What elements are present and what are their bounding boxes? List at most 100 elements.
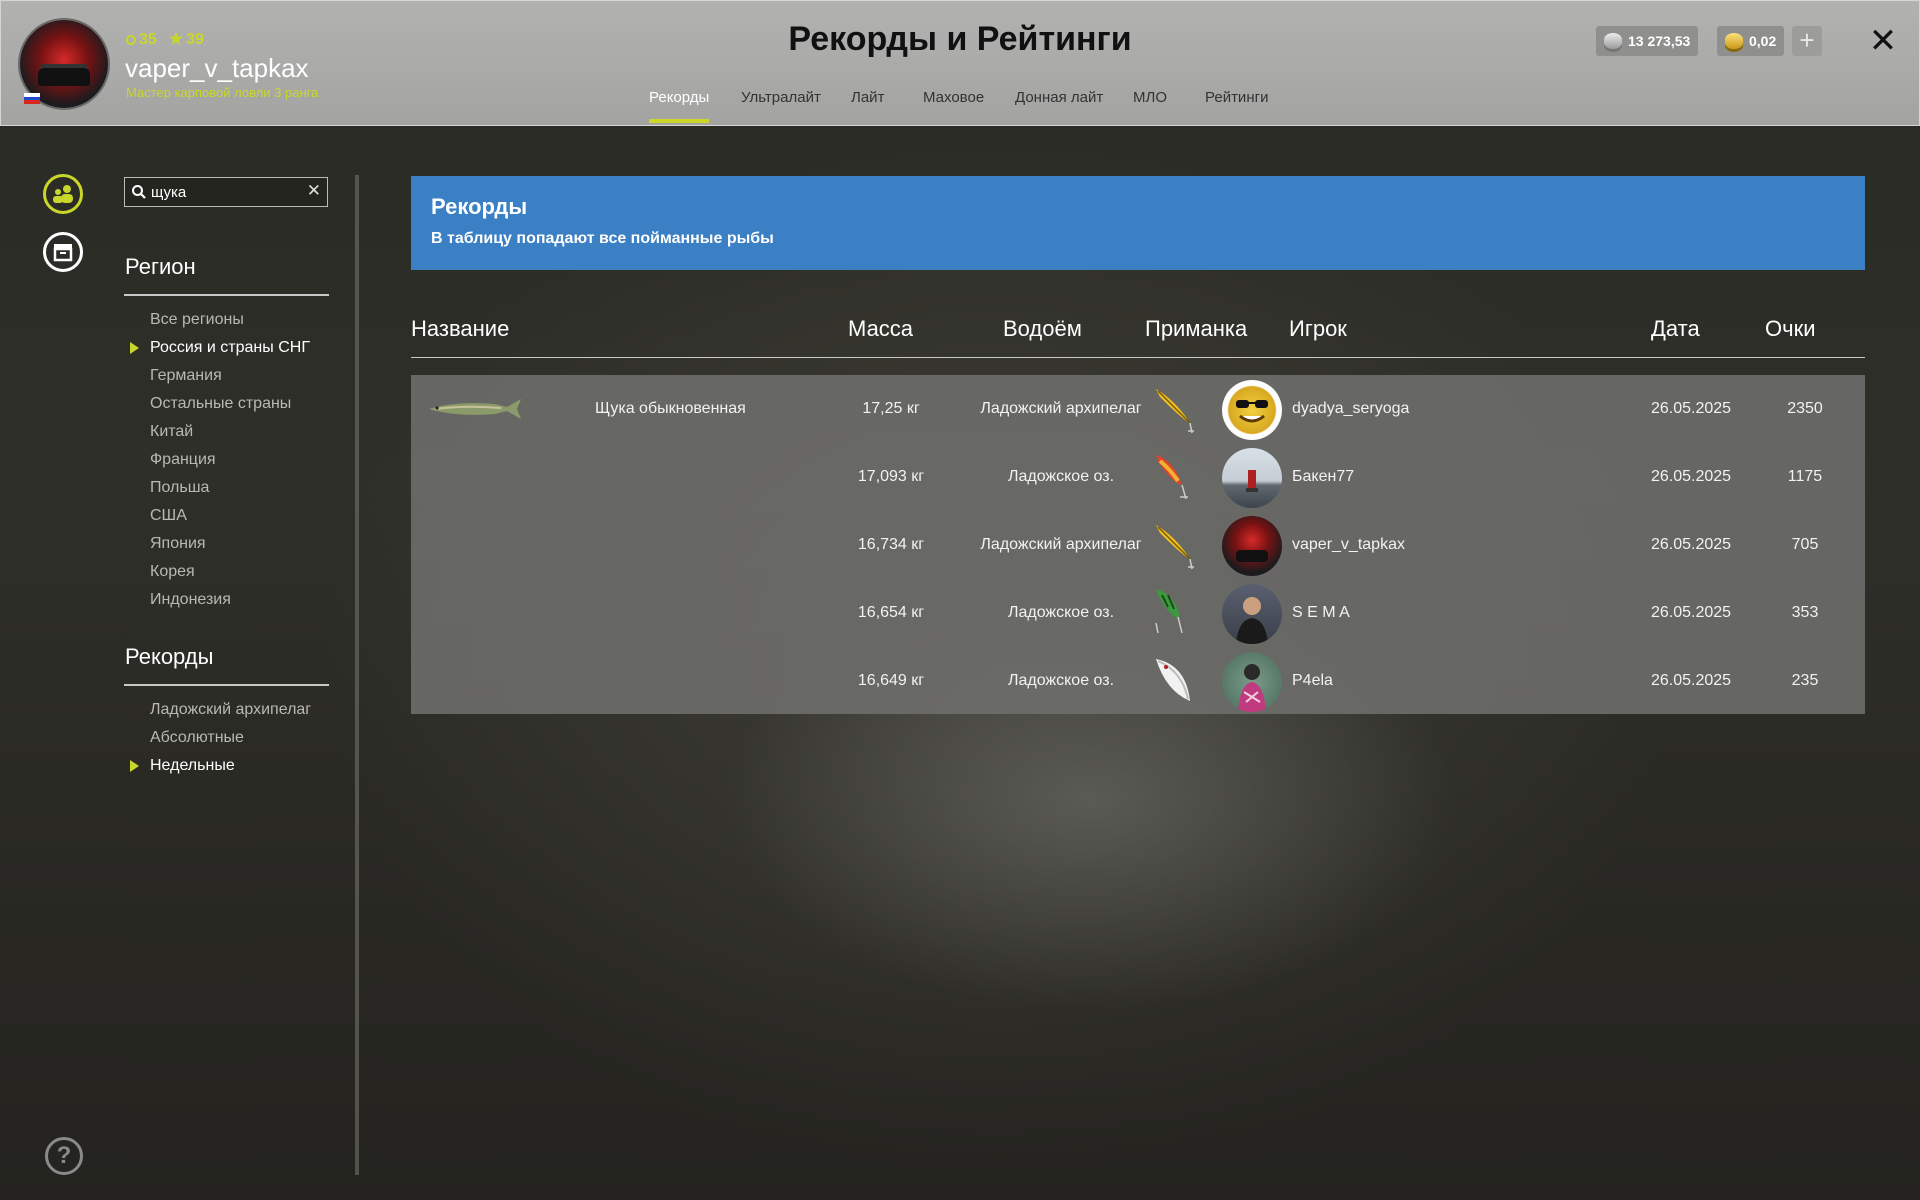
- mass-cell: 16,654 кг: [857, 604, 925, 621]
- yellow-minnow-lure-icon: [1156, 389, 1194, 434]
- date-cell: 26.05.2025: [1650, 400, 1732, 417]
- star-icon: ★: [168, 31, 184, 48]
- table-row[interactable]: 16,654 кг Ладожское оз. S E M A 26.05.20…: [411, 579, 1865, 647]
- records-item-weekly[interactable]: Недельные: [130, 757, 235, 775]
- mass-cell: 16,734 кг: [857, 536, 925, 553]
- table-row[interactable]: 17,25 кг Ладожский архипелаг dyadya_sery…: [411, 375, 1865, 443]
- points-cell: 1175: [1787, 468, 1823, 485]
- search-icon: [132, 185, 146, 199]
- date-cell: 26.05.2025: [1650, 536, 1732, 553]
- date-cell: 26.05.2025: [1650, 672, 1732, 689]
- records-item-absolute[interactable]: Абсолютные: [150, 729, 244, 747]
- region-item-indonesia[interactable]: Индонезия: [150, 591, 231, 609]
- column-header-mass[interactable]: Масса: [848, 316, 913, 342]
- stars-value: 39: [186, 31, 204, 48]
- region-divider: [124, 294, 329, 296]
- help-icon[interactable]: ?: [45, 1137, 83, 1175]
- white-spoon-lure-icon: [1156, 659, 1190, 701]
- region-item-poland[interactable]: Польша: [150, 479, 209, 497]
- records-section-title: Рекорды: [125, 644, 214, 669]
- points-cell: 705: [1791, 536, 1819, 553]
- mass-cell: 17,093 кг: [857, 468, 925, 485]
- gold-balance: 0,02: [1717, 26, 1785, 56]
- player-name[interactable]: vaper_v_tapkax: [1292, 511, 1405, 579]
- player-name[interactable]: Бакен77: [1292, 443, 1354, 511]
- banner-subtitle: В таблицу попадают все пойманные рыбы: [431, 230, 774, 247]
- silver-balance: 13 273,53: [1596, 26, 1699, 56]
- player-name[interactable]: P4ela: [1292, 647, 1333, 715]
- player-name[interactable]: dyadya_seryoga: [1292, 375, 1409, 443]
- column-header-player[interactable]: Игрок: [1289, 316, 1347, 342]
- red-orange-wobbler-lure-icon: [1156, 455, 1188, 500]
- avatar-car-image: [38, 68, 90, 86]
- mass-cell: 16,649 кг: [857, 672, 925, 689]
- banner-title: Рекорды: [431, 194, 528, 219]
- clear-search-icon[interactable]: ✕: [307, 181, 321, 201]
- player-avatar[interactable]: [1222, 584, 1282, 644]
- yellow-minnow-lure-icon: [1156, 525, 1194, 570]
- water-cell: Ладожское оз.: [1007, 604, 1115, 621]
- player-avatar[interactable]: [1222, 652, 1282, 712]
- region-item-japan[interactable]: Япония: [150, 535, 206, 553]
- table-header: Название Масса Водоём Приманка Игрок Дат…: [411, 312, 1865, 358]
- top-bar: 35 ★ 39 vaper_v_tapkax Мастер карповой лов…: [0, 0, 1920, 126]
- region-item-all[interactable]: Все регионы: [150, 311, 244, 329]
- records-divider: [124, 684, 329, 686]
- records-item-ladoga-archipelago[interactable]: Ладожский архипелаг: [150, 701, 311, 719]
- column-header-name[interactable]: Название: [411, 316, 509, 342]
- level-value: 35: [139, 31, 157, 48]
- water-cell: Ладожский архипелаг: [980, 400, 1142, 417]
- tab-light[interactable]: Лайт: [851, 89, 884, 106]
- friends-icon[interactable]: [43, 174, 83, 214]
- region-item-germany[interactable]: Германия: [150, 367, 222, 385]
- player-avatar[interactable]: [1222, 448, 1282, 508]
- info-banner: Рекорды В таблицу попадают все пойманные…: [411, 176, 1865, 270]
- search-input[interactable]: [151, 181, 301, 203]
- russia-flag-icon: [24, 93, 40, 104]
- table-row[interactable]: 16,649 кг Ладожское оз. P4ela 26.05.2025…: [411, 647, 1865, 715]
- region-item-russia-cis[interactable]: Россия и страны СНГ: [130, 339, 310, 357]
- gold-amount: 0,02: [1749, 33, 1777, 49]
- gold-coin-icon: [1725, 33, 1743, 49]
- water-cell: Ладожское оз.: [1007, 468, 1115, 485]
- date-cell: 26.05.2025: [1650, 604, 1732, 621]
- tab-float[interactable]: Маховое: [923, 89, 984, 106]
- column-header-water[interactable]: Водоём: [1003, 316, 1082, 342]
- tab-ratings[interactable]: Рейтинги: [1205, 89, 1268, 106]
- points-cell: 235: [1791, 672, 1819, 689]
- column-header-date[interactable]: Дата: [1651, 316, 1700, 342]
- rank-title: Мастер карповой ловли 3 ранга: [126, 85, 319, 100]
- region-item-china[interactable]: Китай: [150, 423, 193, 441]
- records-table: Щука обыкновенная 17,25 кг Ладожский арх…: [411, 375, 1865, 714]
- tab-records[interactable]: Рекорды: [649, 89, 710, 123]
- silver-amount: 13 273,53: [1628, 33, 1691, 49]
- date-cell: 26.05.2025: [1650, 468, 1732, 485]
- table-row[interactable]: 17,093 кг Ладожское оз. Бакен77 26.05.20…: [411, 443, 1865, 511]
- column-header-lure[interactable]: Приманка: [1145, 316, 1247, 342]
- archive-icon[interactable]: [43, 232, 83, 272]
- green-perch-wobbler-lure-icon: [1155, 589, 1183, 634]
- close-button[interactable]: ✕: [1863, 21, 1903, 61]
- add-currency-button[interactable]: +: [1792, 26, 1822, 56]
- column-header-points[interactable]: Очки: [1765, 316, 1816, 342]
- water-cell: Ладожское оз.: [1007, 672, 1115, 689]
- region-item-korea[interactable]: Корея: [150, 563, 195, 581]
- table-row[interactable]: 16,734 кг Ладожский архипелаг vaper_v_ta…: [411, 511, 1865, 579]
- username: vaper_v_tapkax: [125, 53, 309, 83]
- level-icon: [126, 35, 136, 45]
- region-item-france[interactable]: Франция: [150, 451, 216, 469]
- player-avatar[interactable]: [1222, 516, 1282, 576]
- region-item-other[interactable]: Остальные страны: [150, 395, 291, 413]
- profile-stats: 35 ★ 39: [126, 29, 204, 49]
- tab-mlo[interactable]: МЛО: [1133, 89, 1167, 106]
- player-name[interactable]: S E M A: [1292, 579, 1350, 647]
- tab-ultralight[interactable]: Ультралайт: [741, 89, 821, 106]
- player-avatar[interactable]: [1222, 380, 1282, 440]
- points-cell: 353: [1791, 604, 1819, 621]
- region-item-usa[interactable]: США: [150, 507, 187, 525]
- silver-coin-icon: [1604, 33, 1622, 49]
- tab-bottom-light[interactable]: Донная лайт: [1015, 89, 1103, 106]
- region-section-title: Регион: [125, 254, 196, 279]
- water-cell: Ладожский архипелаг: [980, 536, 1142, 553]
- search-box: ✕: [124, 177, 328, 207]
